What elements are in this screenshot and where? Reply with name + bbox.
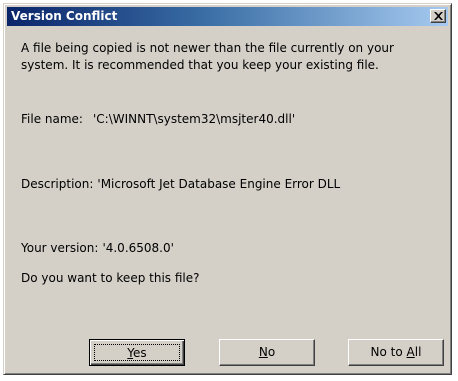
no-label-accel: N: [258, 345, 268, 359]
file-name-label: File name:: [21, 112, 83, 126]
file-name-row: File name: 'C:\WINNT\system32\msjter40.dl…: [21, 111, 295, 127]
message-line-1: A file being copied is not newer than th…: [21, 41, 394, 55]
yes-label-post: es: [133, 346, 147, 360]
version-row: Your version: '4.0.6508.0': [21, 240, 174, 256]
no-label-post: o: [267, 345, 276, 359]
description-row: Description: 'Microsoft Jet Database Engi…: [21, 176, 340, 192]
file-name-value: 'C:\WINNT\system32\msjter40.dll': [92, 112, 296, 126]
message-line-2: system. It is recommended that you keep …: [21, 58, 379, 72]
version-conflict-dialog: Version Conflict A file being copied is …: [3, 3, 452, 375]
close-icon: [434, 12, 443, 20]
version-value: '4.0.6508.0': [102, 241, 174, 255]
no-button[interactable]: No: [219, 339, 315, 366]
yes-button[interactable]: Yes: [89, 339, 185, 366]
description-value: 'Microsoft Jet Database Engine Error DLL: [97, 177, 341, 191]
version-label: Your version:: [21, 241, 99, 255]
message-text: A file being copied is not newer than th…: [21, 40, 441, 74]
title-bar[interactable]: Version Conflict: [7, 7, 448, 26]
description-label: Description:: [21, 177, 94, 191]
no-to-all-label-accel: A: [406, 345, 415, 359]
window-title: Version Conflict: [11, 9, 118, 23]
close-button[interactable]: [430, 9, 446, 23]
no-to-all-button[interactable]: No to All: [348, 339, 444, 366]
no-to-all-label-post: ll: [414, 345, 422, 359]
focus-rectangle: Yes: [94, 344, 180, 361]
keep-file-question: Do you want to keep this file?: [21, 271, 200, 285]
no-to-all-label-pre: No to: [370, 345, 407, 359]
